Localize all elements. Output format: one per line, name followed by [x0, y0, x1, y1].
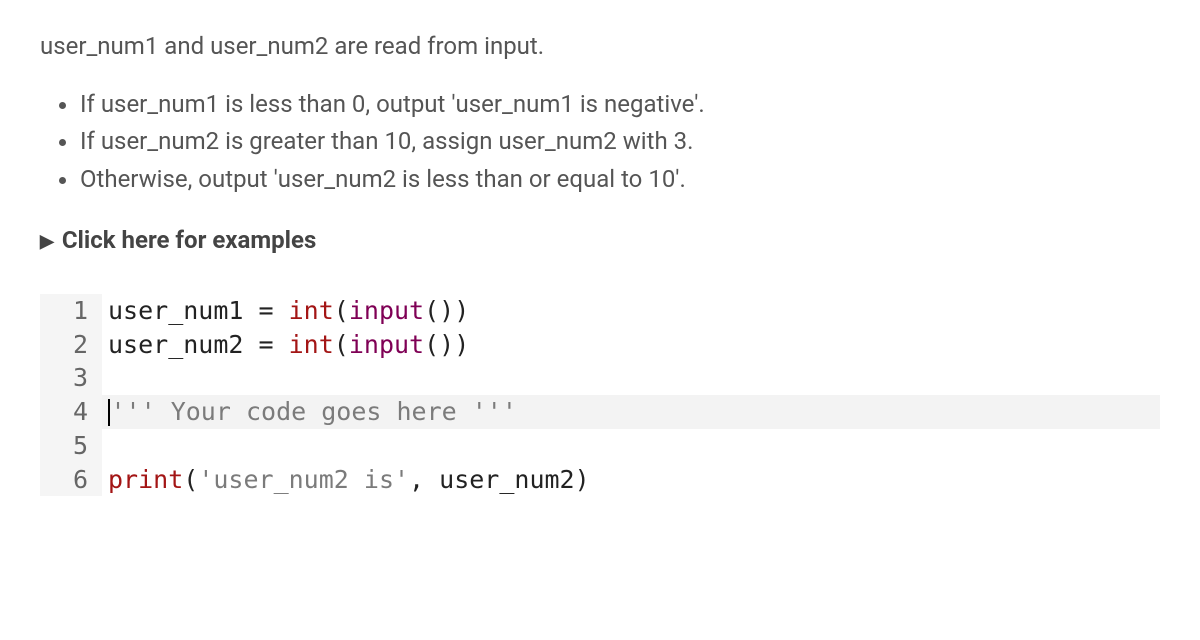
- line-number: 6: [40, 463, 102, 497]
- list-item: If user_num1 is less than 0, output 'use…: [80, 88, 1160, 122]
- code-line: print('user_num2 is', user_num2): [102, 463, 1160, 497]
- code-line: [102, 429, 1160, 463]
- line-number: 5: [40, 429, 102, 463]
- line-number: 2: [40, 328, 102, 362]
- text-cursor: [108, 399, 110, 427]
- requirement-list: If user_num1 is less than 0, output 'use…: [80, 88, 1160, 197]
- line-number: 1: [40, 294, 102, 328]
- examples-toggle-label: Click here for examples: [62, 224, 316, 258]
- code-line: user_num1 = int(input()): [102, 294, 1160, 328]
- code-line: [102, 361, 1160, 395]
- list-item: If user_num2 is greater than 10, assign …: [80, 125, 1160, 159]
- examples-toggle[interactable]: ▶ Click here for examples: [40, 224, 1160, 258]
- code-line: ''' Your code goes here ''': [102, 395, 1160, 429]
- triangle-right-icon: ▶: [40, 229, 54, 254]
- code-editor[interactable]: 1 user_num1 = int(input()) 2 user_num2 =…: [40, 294, 1160, 497]
- line-number: 3: [40, 361, 102, 395]
- line-number: 4: [40, 395, 102, 429]
- code-line: user_num2 = int(input()): [102, 328, 1160, 362]
- problem-intro: user_num1 and user_num2 are read from in…: [40, 30, 1160, 64]
- list-item: Otherwise, output 'user_num2 is less tha…: [80, 163, 1160, 197]
